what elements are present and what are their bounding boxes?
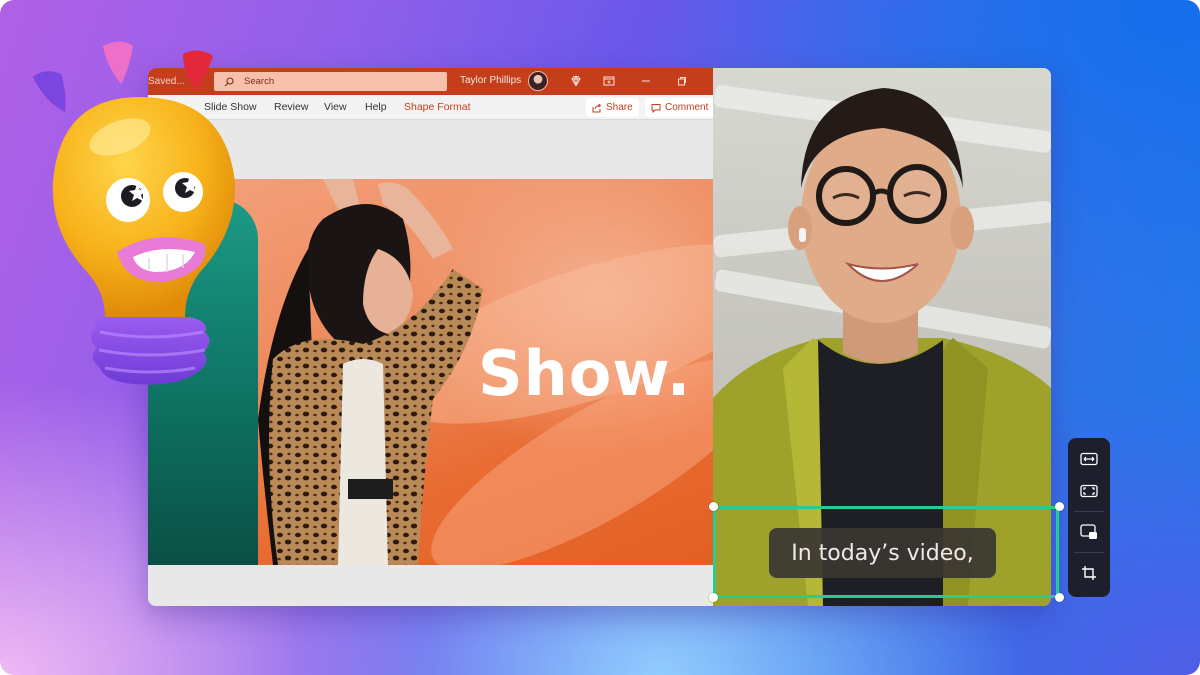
tab-shape-format[interactable]: Shape Format: [404, 101, 471, 113]
avatar[interactable]: [528, 71, 548, 91]
diamond-icon[interactable]: [569, 74, 583, 88]
comment-icon: [651, 103, 661, 113]
comment-label: Comment: [665, 102, 709, 113]
minimize-icon[interactable]: [639, 74, 653, 88]
restore-icon[interactable]: [675, 74, 689, 88]
background-stage: Saved... Search Taylor Phillips Slide Sh…: [0, 0, 1200, 675]
tab-view[interactable]: View: [324, 101, 347, 113]
lightbulb-mascot-icon: [33, 41, 236, 385]
crop-icon[interactable]: [1068, 557, 1110, 589]
fit-width-icon[interactable]: [1068, 443, 1110, 475]
tab-help[interactable]: Help: [365, 101, 387, 113]
tab-review[interactable]: Review: [274, 101, 308, 113]
caption-text[interactable]: In today’s video,: [769, 528, 996, 578]
share-label: Share: [606, 102, 633, 113]
fullscreen-icon[interactable]: [1068, 475, 1110, 507]
resize-handle[interactable]: [709, 593, 718, 602]
resize-handle[interactable]: [1055, 502, 1064, 511]
video-toolbar: [1068, 438, 1110, 597]
picture-in-picture-icon[interactable]: [1068, 516, 1110, 548]
share-button[interactable]: Share: [586, 98, 639, 117]
share-icon: [592, 103, 602, 112]
resize-handle[interactable]: [709, 502, 718, 511]
toolbar-divider: [1074, 511, 1104, 512]
user-name[interactable]: Taylor Phillips: [460, 75, 521, 86]
resize-handle[interactable]: [1055, 593, 1064, 602]
slide-title[interactable]: Show.: [478, 337, 691, 410]
toolbar-divider: [1074, 552, 1104, 553]
present-icon[interactable]: [602, 74, 616, 88]
